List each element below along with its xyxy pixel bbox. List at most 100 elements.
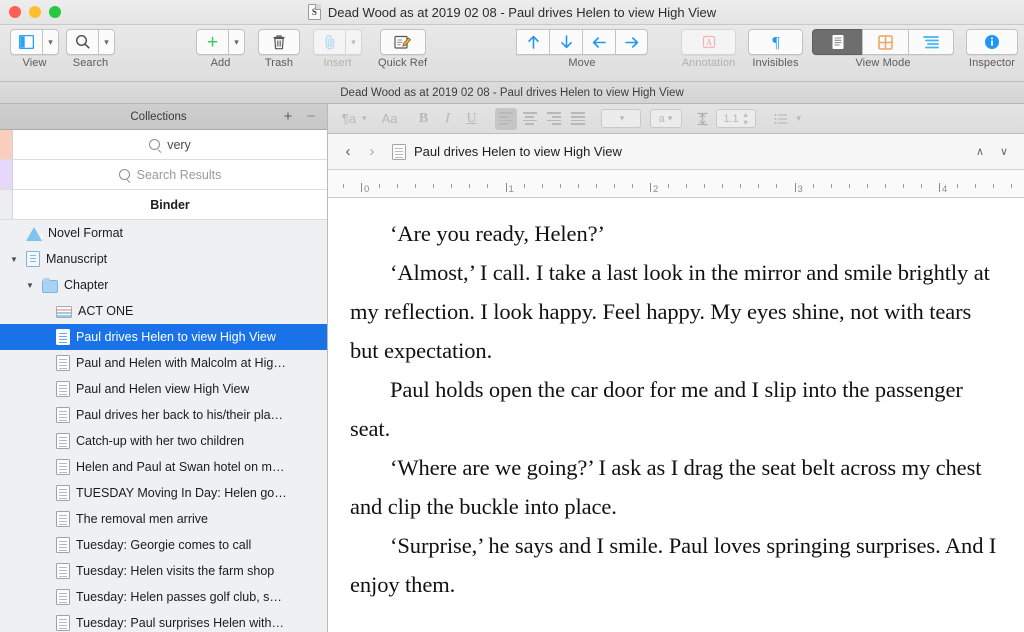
binder-item-manuscript[interactable]: ▼ Manuscript bbox=[0, 246, 327, 272]
forward-button[interactable]: › bbox=[364, 143, 380, 160]
main-toolbar: ▾ View ▾ Search + ▾ Add Trash ▾ Insert Q… bbox=[0, 25, 1024, 82]
binder-item[interactable]: Tuesday: Georgie comes to call bbox=[0, 532, 327, 558]
invisibles-button[interactable]: ¶ bbox=[748, 29, 803, 55]
binder-item[interactable]: Helen and Paul at Swan hotel on m… bbox=[0, 454, 327, 480]
binder-item[interactable]: TUESDAY Moving In Day: Helen go… bbox=[0, 480, 327, 506]
ruler-minor-tick bbox=[812, 184, 814, 188]
move-right-button[interactable] bbox=[615, 29, 648, 55]
font-size-select[interactable]: a ▾ bbox=[649, 109, 682, 128]
add-button[interactable]: + bbox=[196, 29, 228, 55]
insert-button[interactable] bbox=[313, 29, 345, 55]
inspector-button[interactable] bbox=[966, 29, 1018, 55]
move-down-button[interactable] bbox=[549, 29, 582, 55]
italic-button[interactable]: I bbox=[437, 108, 459, 130]
ruler-minor-tick bbox=[559, 184, 561, 188]
align-right-button[interactable] bbox=[543, 108, 565, 130]
zoom-button[interactable] bbox=[49, 6, 61, 18]
info-triangle-icon bbox=[26, 226, 43, 241]
collection-row-search-results[interactable]: Search Results bbox=[0, 160, 327, 190]
align-left-button[interactable] bbox=[494, 107, 517, 130]
collection-row-very[interactable]: very bbox=[0, 130, 327, 160]
view-mode-label: View Mode bbox=[855, 57, 911, 69]
collection-label: Search Results bbox=[136, 167, 222, 182]
view-mode-corkboard-button[interactable] bbox=[862, 29, 908, 55]
insert-dropdown-button[interactable]: ▾ bbox=[345, 29, 362, 55]
align-center-button[interactable] bbox=[519, 108, 541, 130]
search-dropdown-button[interactable]: ▾ bbox=[98, 29, 115, 55]
quick-ref-button[interactable] bbox=[379, 29, 426, 55]
collections-title: Collections bbox=[130, 110, 187, 123]
toolbar-group-quick-ref: Quick Ref bbox=[378, 29, 427, 69]
align-justify-button[interactable] bbox=[567, 108, 589, 130]
paperclip-icon bbox=[325, 35, 334, 50]
ruler-minor-tick bbox=[1011, 184, 1013, 188]
binder-list[interactable]: ▶ Novel Format ▼ Manuscript ▼ Chapter AC… bbox=[0, 220, 327, 632]
binder-item-selected[interactable]: Paul drives Helen to view High View bbox=[0, 324, 327, 350]
underline-button[interactable]: U bbox=[461, 108, 483, 130]
line-spacing-stepper[interactable]: 1.1 ▴ ▾ bbox=[715, 109, 756, 128]
annotation-button[interactable]: A bbox=[681, 29, 736, 55]
binder-item-label: Paul and Helen with Malcolm at Hig… bbox=[76, 356, 286, 370]
editor-text-area[interactable]: ‘Are you ready, Helen?’ ‘Almost,’ I call… bbox=[328, 198, 1024, 632]
ruler-major-tick bbox=[650, 183, 651, 192]
paragraph-style-button[interactable]: ¶a bbox=[338, 108, 360, 130]
ruler-minor-tick bbox=[523, 184, 525, 188]
chevron-down-icon[interactable]: ▾ bbox=[362, 113, 367, 124]
binder-item[interactable]: Tuesday: Paul surprises Helen with… bbox=[0, 610, 327, 632]
move-left-button[interactable] bbox=[582, 29, 615, 55]
view-button[interactable] bbox=[10, 29, 42, 55]
next-document-button[interactable]: ∨ bbox=[996, 145, 1012, 158]
disclosure-triangle-icon[interactable]: ▼ bbox=[24, 281, 36, 290]
binder-item-chapter[interactable]: ▼ Chapter bbox=[0, 272, 327, 298]
chevron-down-icon: ▾ bbox=[48, 36, 53, 47]
ruler-minor-tick bbox=[415, 184, 417, 188]
search-button[interactable] bbox=[66, 29, 98, 55]
binder-item[interactable]: The removal men arrive bbox=[0, 506, 327, 532]
collection-row-binder[interactable]: Binder bbox=[0, 190, 327, 220]
paragraph: ‘Surprise,’ he says and I smile. Paul lo… bbox=[350, 533, 997, 597]
pilcrow-icon: ¶ bbox=[772, 35, 780, 51]
chevron-down-icon[interactable]: ▾ bbox=[797, 113, 802, 124]
view-mode-document-button[interactable] bbox=[812, 29, 862, 55]
binder-item[interactable]: Catch-up with her two children bbox=[0, 428, 327, 454]
toolbar-group-view-mode: View Mode bbox=[812, 29, 954, 69]
toolbar-group-insert: ▾ Insert bbox=[313, 29, 362, 69]
ruler-minor-tick bbox=[397, 184, 399, 188]
traffic-lights bbox=[0, 6, 61, 18]
move-up-button[interactable] bbox=[516, 29, 549, 55]
binder-item[interactable]: Paul drives her back to his/their pla… bbox=[0, 402, 327, 428]
binder-item[interactable]: Tuesday: Helen passes golf club, s… bbox=[0, 584, 327, 610]
back-button[interactable]: ‹ bbox=[340, 143, 356, 160]
disclosure-triangle-icon[interactable]: ▼ bbox=[8, 255, 20, 264]
add-collection-button[interactable]: + bbox=[275, 109, 301, 124]
list-button[interactable] bbox=[770, 108, 792, 130]
binder-item[interactable]: Paul and Helen view High View bbox=[0, 376, 327, 402]
binder-item-act-one[interactable]: ACT ONE bbox=[0, 298, 327, 324]
close-button[interactable] bbox=[9, 6, 21, 18]
chevron-down-icon: ▾ bbox=[619, 113, 625, 123]
ruler-minor-tick bbox=[487, 184, 489, 188]
previous-document-button[interactable]: ∧ bbox=[972, 145, 988, 158]
font-panel-button[interactable]: Aa bbox=[379, 108, 401, 130]
ruler-minor-tick bbox=[902, 184, 904, 188]
binder-item-novel-format[interactable]: ▶ Novel Format bbox=[0, 220, 327, 246]
window-title-group: S Dead Wood as at 2019 02 08 - Paul driv… bbox=[0, 4, 1024, 20]
remove-collection-button[interactable]: − bbox=[301, 109, 327, 124]
ruler-minor-tick bbox=[957, 184, 959, 188]
minimize-button[interactable] bbox=[29, 6, 41, 18]
add-dropdown-button[interactable]: ▾ bbox=[228, 29, 245, 55]
binder-item-label: Tuesday: Paul surprises Helen with… bbox=[76, 616, 284, 630]
document-icon bbox=[56, 589, 70, 605]
trash-label: Trash bbox=[264, 57, 294, 69]
bold-button[interactable]: B bbox=[413, 108, 435, 130]
toolbar-group-view: ▾ View bbox=[10, 29, 59, 69]
view-dropdown-button[interactable]: ▾ bbox=[42, 29, 59, 55]
view-mode-outliner-button[interactable] bbox=[908, 29, 954, 55]
binder-item-label: Paul drives her back to his/their pla… bbox=[76, 408, 284, 422]
font-family-select[interactable]: ▾ bbox=[600, 109, 641, 128]
editor-ruler[interactable]: 0 1 2 3 4 bbox=[328, 170, 1024, 198]
ruler-tick-label: 2 bbox=[653, 184, 659, 195]
binder-item[interactable]: Paul and Helen with Malcolm at Hig… bbox=[0, 350, 327, 376]
binder-item[interactable]: Tuesday: Helen visits the farm shop bbox=[0, 558, 327, 584]
trash-button[interactable] bbox=[258, 29, 300, 55]
